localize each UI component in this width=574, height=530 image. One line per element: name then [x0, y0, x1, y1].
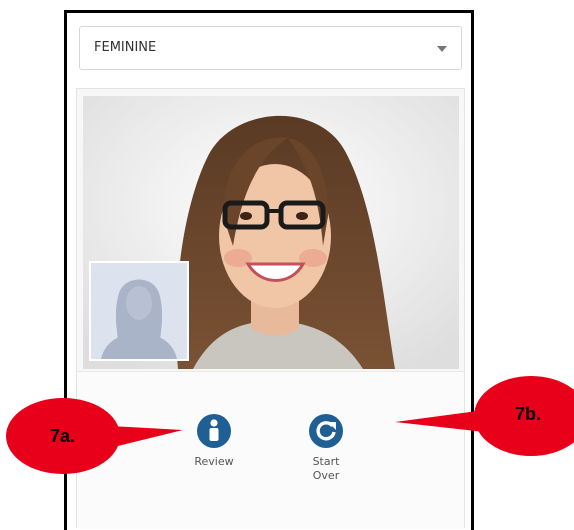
- callout-7b-label: 7b.: [515, 404, 542, 424]
- callout-7a: 7a.: [0, 390, 190, 480]
- gender-select-value: FEMININE: [94, 40, 157, 55]
- avatar-photo: [83, 96, 459, 369]
- female-silhouette-icon: [91, 263, 187, 359]
- review-label: Review: [194, 455, 234, 468]
- chevron-down-icon[interactable]: [437, 46, 447, 52]
- gender-select[interactable]: FEMININE: [79, 26, 462, 70]
- callout-7a-shape: [6, 398, 183, 474]
- start-over-button[interactable]: Start Over: [296, 413, 356, 483]
- review-button[interactable]: Review: [184, 413, 244, 469]
- callout-7b: 7b.: [390, 372, 574, 462]
- info-person-icon: [197, 414, 231, 448]
- refresh-icon: [309, 414, 343, 448]
- start-over-label: Start Over: [312, 455, 340, 482]
- avatar-placeholder-thumbnail: [89, 261, 189, 361]
- callout-7b-shape: [395, 376, 574, 456]
- callout-7a-label: 7a.: [50, 426, 76, 446]
